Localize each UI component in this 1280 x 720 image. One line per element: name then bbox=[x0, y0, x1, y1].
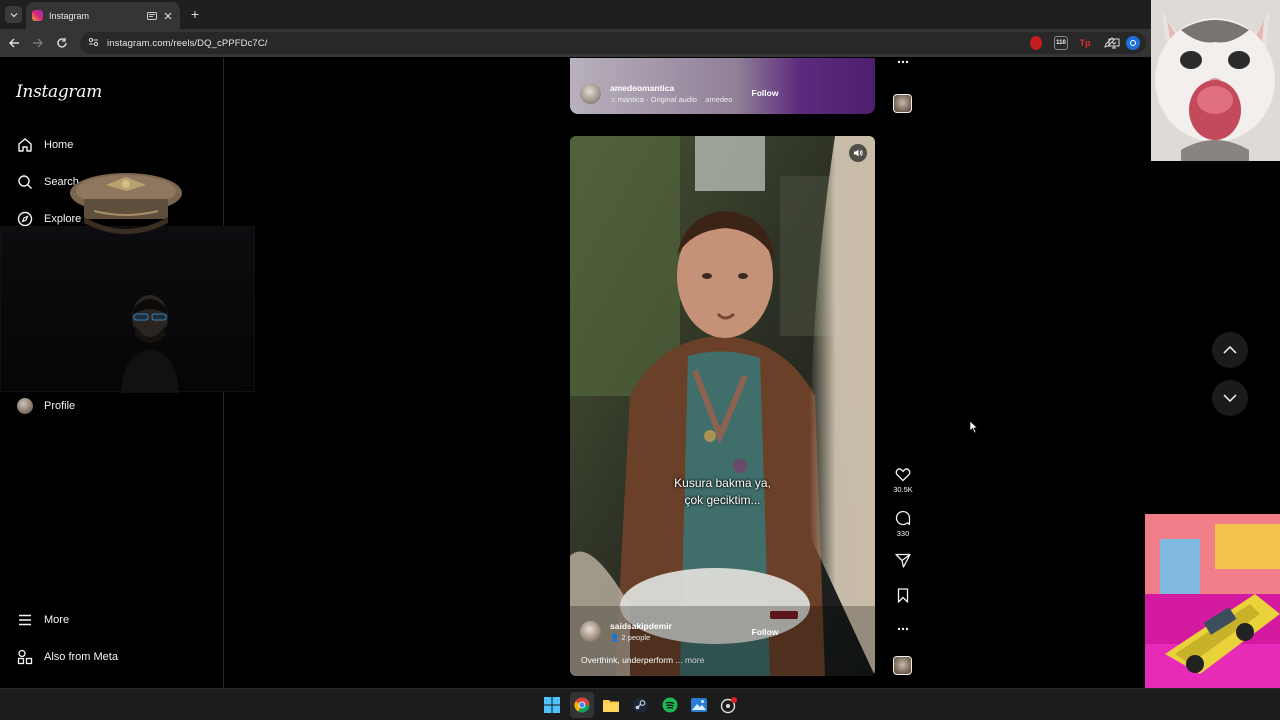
sidebar-item-label: Profile bbox=[44, 400, 76, 412]
browser-toolbar: instagram.com/reels/DQ_cPPFDc7C/ 110 Tp bbox=[0, 29, 1280, 57]
url-text: instagram.com/reels/DQ_cPPFDc7C/ bbox=[107, 37, 268, 49]
save-button[interactable] bbox=[893, 588, 913, 603]
webcam-overlay: ··· bbox=[0, 226, 255, 393]
discord-like-icon[interactable] bbox=[720, 696, 738, 714]
chevron-up-icon bbox=[1223, 346, 1237, 354]
extension-badge-icon[interactable]: 110 bbox=[1054, 36, 1068, 50]
tab-title: Instagram bbox=[49, 10, 90, 21]
screen: Instagram + instagram.com/reels/DQ_cPPFD… bbox=[0, 0, 1280, 720]
sidebar-item-also-from-meta[interactable]: Also from Meta bbox=[16, 645, 118, 669]
avatar[interactable] bbox=[580, 621, 601, 642]
more-options-icon[interactable] bbox=[893, 627, 913, 631]
reel-audio-trail: amedeo bbox=[705, 95, 733, 104]
follow-button[interactable]: Follow bbox=[747, 623, 783, 641]
reel-previous[interactable]: amedeomantica ♫ mantica · Original audio… bbox=[570, 58, 875, 114]
reel-collab-label: 2 people bbox=[621, 633, 651, 642]
instagram-favicon-icon bbox=[32, 10, 43, 21]
people-icon: 👤 bbox=[610, 633, 622, 642]
reel-audio-label: mantica · Original audio bbox=[617, 95, 697, 104]
reel-subtitle: Kusura bakma ya, çok geciktim... bbox=[570, 475, 875, 509]
music-note-icon: ♫ bbox=[610, 95, 618, 104]
reel-author[interactable]: amedeomantica ♫ mantica · Original audio… bbox=[580, 83, 732, 104]
sidebar-item-label: Also from Meta bbox=[44, 651, 118, 663]
forward-icon[interactable] bbox=[30, 35, 46, 51]
send-icon bbox=[895, 553, 911, 568]
sidebar-item-more[interactable]: More bbox=[16, 608, 69, 632]
cat-licking-image bbox=[1151, 0, 1280, 161]
reel-username[interactable]: saidsakipdemir bbox=[610, 621, 672, 631]
audio-thumbnail[interactable] bbox=[893, 656, 912, 675]
like-button[interactable]: 30.5K bbox=[893, 467, 913, 494]
like-count: 30.5K bbox=[893, 485, 913, 494]
sidebar-item-label: Home bbox=[44, 139, 74, 151]
meta-apps-icon bbox=[16, 648, 34, 666]
windows-start-icon[interactable] bbox=[543, 696, 561, 714]
search-icon bbox=[16, 173, 34, 191]
subtitle-line-2: çok geciktim... bbox=[684, 493, 761, 507]
extension-blue-icon[interactable] bbox=[1126, 36, 1140, 50]
mouse-cursor-icon bbox=[969, 420, 979, 434]
caption-more-link[interactable]: more bbox=[685, 655, 704, 665]
steam-icon[interactable] bbox=[631, 696, 649, 714]
caption-text: Overthink, underperform ... bbox=[581, 655, 683, 665]
tab-instagram[interactable]: Instagram bbox=[26, 2, 180, 29]
tab-media-icon[interactable] bbox=[146, 10, 158, 22]
file-explorer-icon[interactable] bbox=[602, 696, 620, 714]
bookmark-icon bbox=[897, 588, 909, 603]
back-icon[interactable] bbox=[6, 35, 22, 51]
comment-button[interactable]: 330 bbox=[893, 510, 913, 538]
cat-overlay bbox=[1151, 0, 1280, 161]
next-reel-button[interactable] bbox=[1212, 380, 1248, 416]
speaker-icon bbox=[854, 149, 863, 157]
sidebar-item-profile[interactable]: Profile bbox=[16, 394, 75, 418]
tab-close-icon[interactable] bbox=[162, 10, 174, 22]
sidebar-item-label: More bbox=[44, 614, 70, 626]
sidebar-item-home[interactable]: Home bbox=[16, 133, 73, 157]
extension-tp-icon[interactable]: Tp bbox=[1078, 36, 1092, 50]
military-cap-overlay bbox=[70, 173, 182, 234]
address-bar[interactable]: instagram.com/reels/DQ_cPPFDc7C/ bbox=[80, 32, 1146, 54]
site-info-icon[interactable] bbox=[88, 34, 99, 52]
extension-badge-count: 110 bbox=[1056, 40, 1066, 46]
reel-author[interactable]: saidsakipdemir 👤 2 people bbox=[580, 621, 672, 642]
photos-icon[interactable] bbox=[690, 696, 708, 714]
instagram-logo[interactable]: Instagram bbox=[16, 82, 102, 102]
comment-count: 330 bbox=[896, 529, 910, 538]
previous-reel-button[interactable] bbox=[1212, 332, 1248, 368]
audio-thumbnail[interactable] bbox=[893, 94, 912, 113]
share-button[interactable] bbox=[893, 553, 913, 568]
chevron-down-icon bbox=[1223, 394, 1237, 402]
new-tab-button[interactable]: + bbox=[188, 6, 202, 22]
extension-red-icon[interactable] bbox=[1030, 36, 1042, 50]
more-options-icon[interactable] bbox=[893, 60, 913, 64]
reel-audio[interactable]: ♫ mantica · Original audio amedeo bbox=[610, 95, 732, 104]
menu-icon bbox=[16, 611, 34, 629]
streamer-silhouette bbox=[121, 295, 179, 393]
follow-button[interactable]: Follow bbox=[747, 84, 783, 102]
reel-collab[interactable]: 👤 2 people bbox=[610, 633, 672, 642]
reel-username[interactable]: amedeomantica bbox=[610, 83, 732, 93]
reload-icon[interactable] bbox=[54, 35, 70, 51]
profile-avatar bbox=[16, 397, 34, 415]
spotify-icon[interactable] bbox=[661, 696, 679, 714]
windows-taskbar bbox=[0, 688, 1280, 720]
extension-pen-icon[interactable] bbox=[1102, 36, 1116, 50]
comment-icon bbox=[895, 510, 911, 526]
subtitle-line-1: Kusura bakma ya, bbox=[674, 476, 771, 490]
home-icon bbox=[16, 136, 34, 154]
reel-video-frame bbox=[570, 136, 875, 676]
reel-caption[interactable]: Overthink, underperform ... more bbox=[581, 655, 704, 665]
audio-toggle-button[interactable] bbox=[849, 144, 867, 162]
webcam-watermark: ··· bbox=[246, 383, 252, 389]
avatar[interactable] bbox=[580, 83, 601, 104]
tab-search-icon[interactable] bbox=[5, 6, 22, 23]
heart-icon bbox=[895, 468, 911, 482]
browser-tab-bar: Instagram + bbox=[0, 0, 1280, 29]
reel-current[interactable]: Kusura bakma ya, çok geciktim... saidsak… bbox=[570, 136, 875, 676]
chrome-icon[interactable] bbox=[573, 696, 591, 714]
